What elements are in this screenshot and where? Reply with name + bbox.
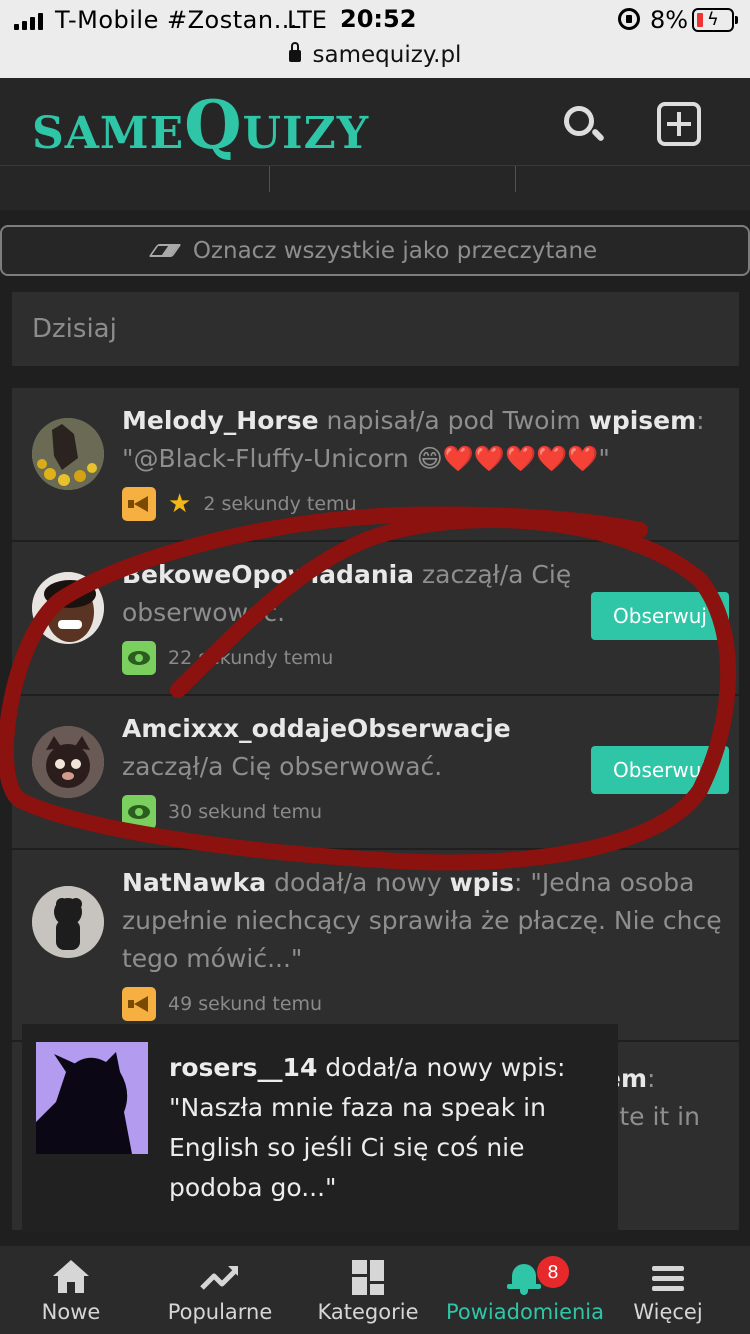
notification-toast[interactable]: rosers__14 dodał/a nowy wpis: "Naszła mn… bbox=[22, 1024, 618, 1232]
signal-icon bbox=[14, 12, 43, 30]
notification-text: em: ate it in bbox=[604, 1064, 700, 1131]
avatar[interactable] bbox=[32, 572, 104, 644]
home-icon bbox=[51, 1260, 91, 1296]
menu-icon bbox=[648, 1260, 688, 1296]
star-icon: ★ bbox=[168, 489, 192, 519]
eye-icon bbox=[122, 795, 156, 829]
mark-all-read-label: Oznacz wszystkie jako przeczytane bbox=[192, 237, 598, 264]
trending-icon bbox=[200, 1260, 240, 1296]
site-logo[interactable]: SAMEQUIZY bbox=[32, 86, 369, 164]
mark-all-read-button[interactable]: Oznacz wszystkie jako przeczytane bbox=[0, 225, 750, 276]
notification-text: Amcixxx_oddajeObserwacje zaczął/a Cię ob… bbox=[122, 714, 511, 781]
network-type: LTE bbox=[287, 6, 327, 34]
notification-count-badge: 8 bbox=[537, 1256, 569, 1288]
tab-nowe[interactable]: Nowe bbox=[22, 1246, 120, 1334]
timestamp: 22 sekundy temu bbox=[168, 647, 334, 669]
megaphone-icon bbox=[122, 487, 156, 521]
follow-button[interactable]: Obserwuj bbox=[591, 746, 729, 794]
charging-icon: ϟ bbox=[707, 9, 719, 30]
eye-icon bbox=[122, 641, 156, 675]
notification-meta: 30 sekund temu bbox=[122, 795, 322, 829]
eraser-icon bbox=[148, 244, 182, 257]
address-bar[interactable]: samequizy.pl bbox=[0, 42, 750, 78]
megaphone-icon bbox=[122, 987, 156, 1021]
tab-wiecej[interactable]: Więcej bbox=[628, 1246, 708, 1334]
bottom-navigation: Nowe Popularne Kategorie Powiadomienia W… bbox=[0, 1246, 750, 1334]
section-label: Dzisiaj bbox=[32, 314, 117, 344]
notification-text: NatNawka dodał/a nowy wpis: "Jedna osoba… bbox=[122, 868, 722, 973]
sub-navigation bbox=[0, 166, 750, 210]
notification-meta: 22 sekundy temu bbox=[122, 641, 333, 675]
tab-powiadomienia[interactable]: Powiadomienia bbox=[440, 1246, 610, 1334]
page: T-Mobile #Zostan… LTE 20:52 8% ϟ samequi… bbox=[0, 0, 750, 1334]
notification-meta: ★ 2 sekundy temu bbox=[122, 487, 357, 521]
battery-percent: 8% bbox=[650, 6, 689, 34]
notification-meta: 49 sekund temu bbox=[122, 987, 322, 1021]
notification-item[interactable]: Melody_Horse napisał/a pod Twoim wpisem:… bbox=[12, 388, 739, 542]
carrier-name: T-Mobile #Zostan… bbox=[55, 6, 299, 34]
lock-icon bbox=[288, 42, 301, 62]
rotation-lock-icon bbox=[618, 8, 640, 30]
notification-item[interactable]: NatNawka dodał/a nowy wpis: "Jedna osoba… bbox=[12, 850, 739, 1042]
notification-text: BekoweOpowiadania zaczął/a Cię obserwowa… bbox=[122, 560, 572, 627]
site-header: SAMEQUIZY bbox=[0, 78, 750, 166]
notification-quote: "@Black-Fluffy-Unicorn 😄❤️❤️❤️❤️❤️" bbox=[122, 444, 610, 473]
timestamp: 30 sekund temu bbox=[168, 801, 323, 823]
search-icon[interactable] bbox=[560, 102, 606, 146]
tab-popularne[interactable]: Popularne bbox=[160, 1246, 280, 1334]
notification-item[interactable]: Amcixxx_oddajeObserwacje zaczął/a Cię ob… bbox=[12, 696, 739, 850]
status-bar: T-Mobile #Zostan… LTE 20:52 8% ϟ bbox=[0, 0, 750, 42]
section-header-today: Dzisiaj bbox=[12, 292, 739, 366]
toast-text: rosers__14 dodał/a nowy wpis: "Naszła mn… bbox=[169, 1053, 566, 1202]
clock: 20:52 bbox=[340, 5, 417, 33]
avatar[interactable] bbox=[32, 418, 104, 490]
notification-text: Melody_Horse napisał/a pod Twoim wpisem:… bbox=[122, 406, 705, 473]
url-text: samequizy.pl bbox=[312, 42, 462, 68]
notification-item[interactable]: BekoweOpowiadania zaczął/a Cię obserwowa… bbox=[12, 542, 739, 696]
avatar[interactable] bbox=[32, 726, 104, 798]
add-quiz-icon[interactable] bbox=[657, 102, 701, 146]
avatar[interactable] bbox=[32, 886, 104, 958]
timestamp: 49 sekund temu bbox=[168, 993, 323, 1015]
grid-icon bbox=[348, 1260, 388, 1296]
timestamp: 2 sekundy temu bbox=[203, 493, 357, 515]
toast-image bbox=[36, 1042, 148, 1154]
follow-button[interactable]: Obserwuj bbox=[591, 592, 729, 640]
tab-kategorie[interactable]: Kategorie bbox=[310, 1246, 426, 1334]
